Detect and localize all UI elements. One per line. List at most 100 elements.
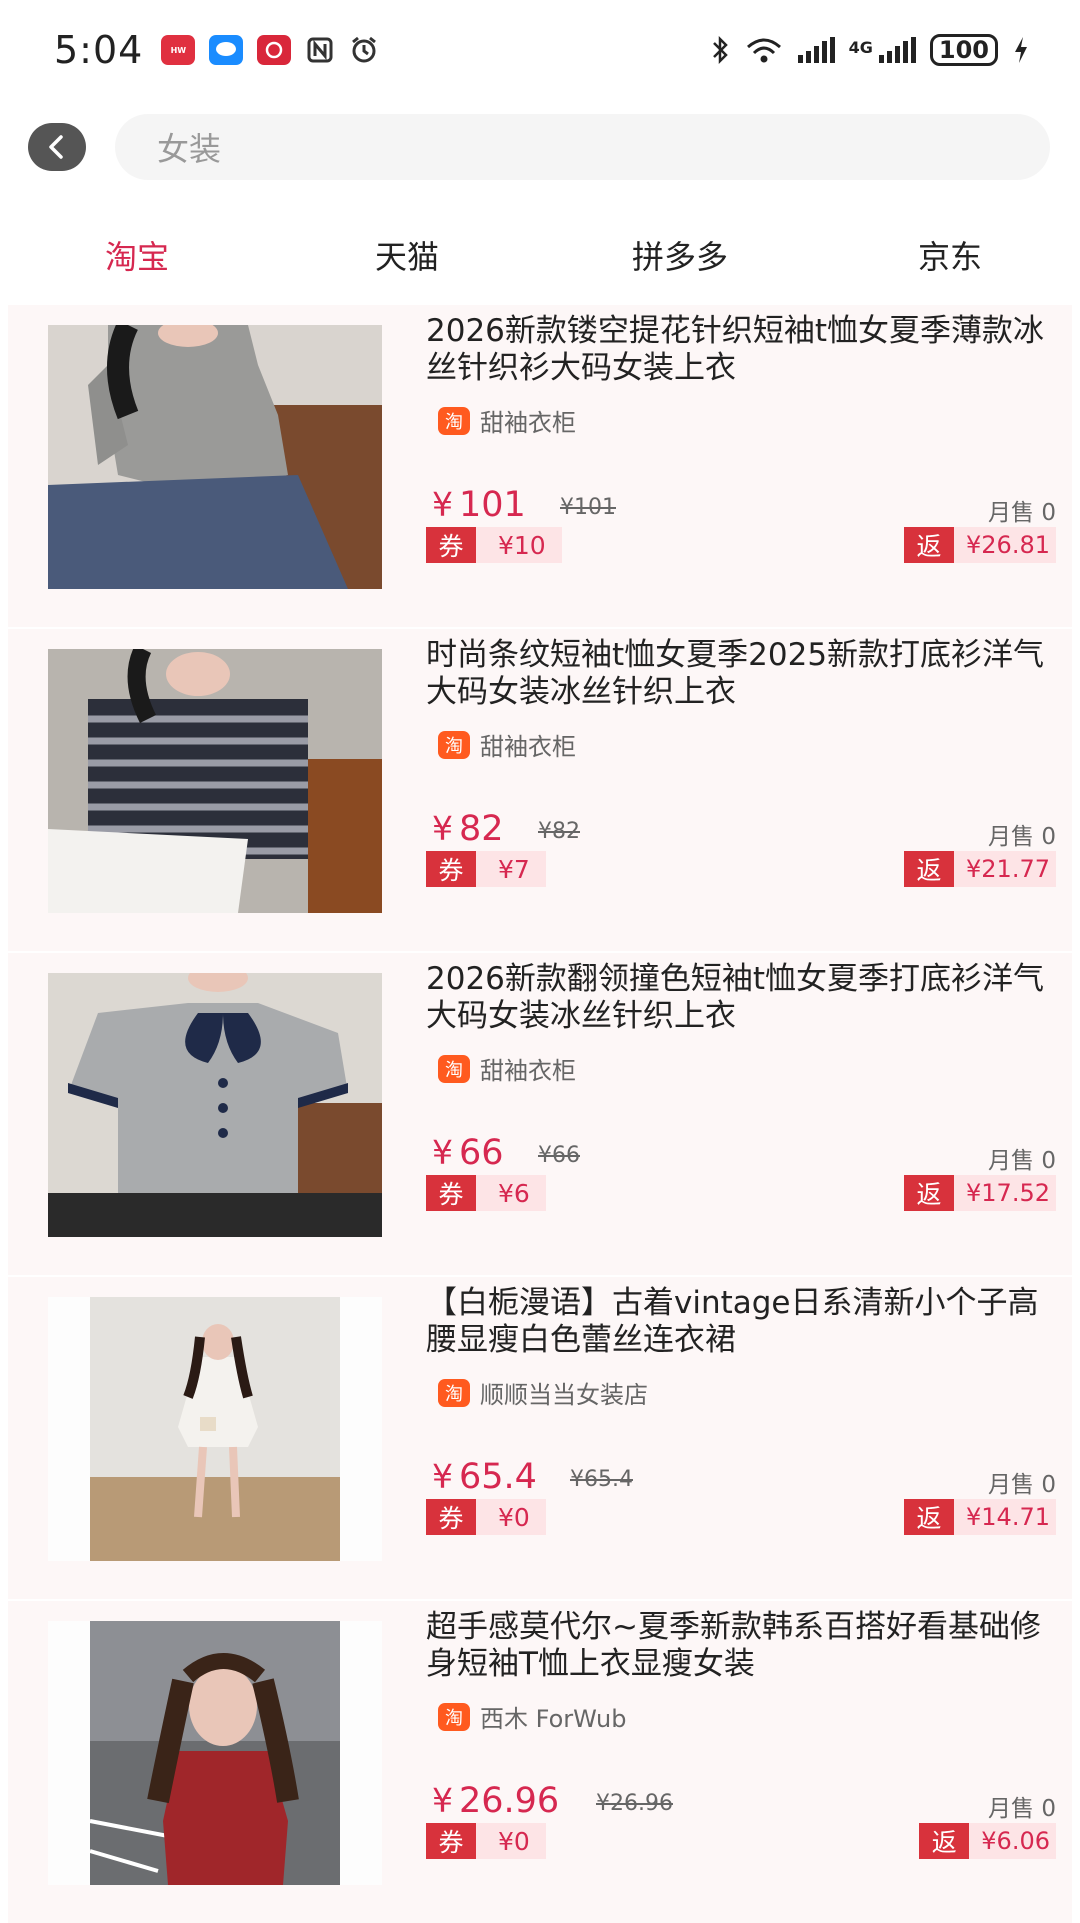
taobao-logo-icon: 淘 [438,730,470,759]
rebate-badge: 返 ¥17.52 [904,1175,1056,1211]
shop-name: 甜袖衣柜 [480,1057,576,1085]
coupon-value: ¥6 [476,1175,546,1211]
signal-strength-icon [797,37,835,63]
coupon-value: ¥7 [476,851,546,887]
product-image [48,325,382,589]
product-image [48,1297,382,1561]
price-value: 82 [459,809,504,849]
notification-icons: HW [161,35,379,65]
coupon-badge: 券 ¥10 [426,527,562,563]
network-type: 4G [848,38,873,57]
monthly-sales: 月售 0 [988,1796,1056,1822]
price: ¥101 [432,485,526,525]
product-card[interactable]: 时尚条纹短袖t恤女夏季2025新款打底衫洋气大码女装冰丝针织上衣 淘 甜袖衣柜 … [8,629,1072,951]
rebate-value: ¥6.06 [969,1823,1056,1859]
search-query: 女装 [157,130,222,168]
charging-icon [1012,35,1030,65]
rebate-tag: 返 [904,1499,955,1535]
shop-name: 甜袖衣柜 [480,409,576,437]
taobao-logo-icon: 淘 [438,1378,470,1407]
search-input[interactable]: 女装 [115,114,1050,180]
rebate-tag: 返 [904,527,955,563]
tab-jd[interactable]: 京东 [918,232,982,278]
search-header: 女装 [0,112,1080,182]
product-title: 超手感莫代尔~夏季新款韩系百搭好看基础修身短袖T恤上衣显瘦女装 [426,1609,1041,1682]
shop-info: 淘 顺顺当当女装店 [438,1375,648,1410]
wifi-icon [744,35,784,65]
rebate-value: ¥21.77 [954,851,1056,887]
product-title: 时尚条纹短袖t恤女夏季2025新款打底衫洋气大码女装冰丝针织上衣 [426,637,1045,710]
original-price: ¥65.4 [570,1467,633,1492]
price: ¥26.96 [432,1781,559,1821]
product-image [48,973,382,1237]
signal-strength-icon-2 [878,37,916,63]
price: ¥66 [432,1133,504,1173]
price-currency: ¥ [432,485,453,524]
rebate-value: ¥26.81 [954,527,1056,563]
tab-taobao[interactable]: 淘宝 [105,232,169,278]
price-currency: ¥ [432,1133,453,1172]
rebate-tag: 返 [904,851,955,887]
shop-info: 淘 甜袖衣柜 [438,727,576,762]
rebate-badge: 返 ¥26.81 [904,527,1056,563]
huawei-app-icon: HW [161,35,196,65]
status-bar: 5:04 HW 4G 100 [0,0,1080,100]
coupon-badge: 券 ¥6 [426,1175,546,1211]
original-price: ¥82 [538,819,580,844]
back-button[interactable] [28,123,86,171]
coupon-tag: 券 [426,851,476,887]
original-price: ¥26.96 [596,1791,673,1816]
coupon-value: ¥0 [476,1499,546,1535]
coupon-tag: 券 [426,1499,476,1535]
rebate-badge: 返 ¥6.06 [919,1823,1056,1859]
shop-name: 顺顺当当女装店 [480,1381,648,1409]
status-time: 5:04 [54,28,144,72]
price-value: 65.4 [459,1457,537,1497]
shop-name: 西木 ForWub [480,1705,627,1733]
rebate-badge: 返 ¥21.77 [904,851,1056,887]
shop-info: 淘 甜袖衣柜 [438,403,576,438]
coupon-value: ¥0 [476,1823,546,1859]
original-price: ¥101 [560,495,616,520]
tab-pinduoduo[interactable]: 拼多多 [632,232,728,278]
message-icon [209,35,244,65]
price-currency: ¥ [432,1781,453,1820]
price: ¥82 [432,809,504,849]
price-value: 101 [459,485,526,525]
coupon-tag: 券 [426,1823,476,1859]
shop-info: 淘 甜袖衣柜 [438,1051,576,1086]
product-title: 【白栀漫语】古着vintage日系清新小个子高腰显瘦白色蕾丝连衣裙 [426,1285,1039,1358]
product-card[interactable]: 【白栀漫语】古着vintage日系清新小个子高腰显瘦白色蕾丝连衣裙 淘 顺顺当当… [8,1277,1072,1599]
product-card[interactable]: 2026新款翻领撞色短袖t恤女夏季打底衫洋气大码女装冰丝针织上衣 淘 甜袖衣柜 … [8,953,1072,1275]
price-value: 26.96 [459,1781,560,1821]
alarm-icon [349,35,379,65]
product-image [48,649,382,913]
app-icon [257,35,292,65]
price-currency: ¥ [432,809,453,848]
coupon-badge: 券 ¥7 [426,851,546,887]
tab-tmall[interactable]: 天猫 [375,232,439,278]
product-card[interactable]: 2026新款镂空提花针织短袖t恤女夏季薄款冰丝针织衫大码女装上衣 淘 甜袖衣柜 … [8,305,1072,627]
price-value: 66 [459,1133,504,1173]
monthly-sales: 月售 0 [988,1472,1056,1498]
status-right: 4G 100 [710,34,1030,66]
monthly-sales: 月售 0 [988,824,1056,850]
product-image [48,1621,382,1885]
battery-level: 100 [929,34,998,66]
rebate-tag: 返 [919,1823,970,1859]
shop-name: 甜袖衣柜 [480,733,576,761]
rebate-tag: 返 [904,1175,955,1211]
taobao-logo-icon: 淘 [438,1702,470,1731]
nfc-icon [305,35,335,65]
product-title: 2026新款镂空提花针织短袖t恤女夏季薄款冰丝针织衫大码女装上衣 [426,313,1045,386]
chevron-left-icon [49,135,63,159]
rebate-value: ¥14.71 [954,1499,1056,1535]
original-price: ¥66 [538,1143,580,1168]
coupon-tag: 券 [426,1175,476,1211]
coupon-badge: 券 ¥0 [426,1499,546,1535]
coupon-badge: 券 ¥0 [426,1823,546,1859]
bluetooth-icon [710,35,730,65]
product-card[interactable]: 超手感莫代尔~夏季新款韩系百搭好看基础修身短袖T恤上衣显瘦女装 淘 西木 For… [8,1601,1072,1923]
coupon-tag: 券 [426,527,476,563]
price: ¥65.4 [432,1457,537,1497]
